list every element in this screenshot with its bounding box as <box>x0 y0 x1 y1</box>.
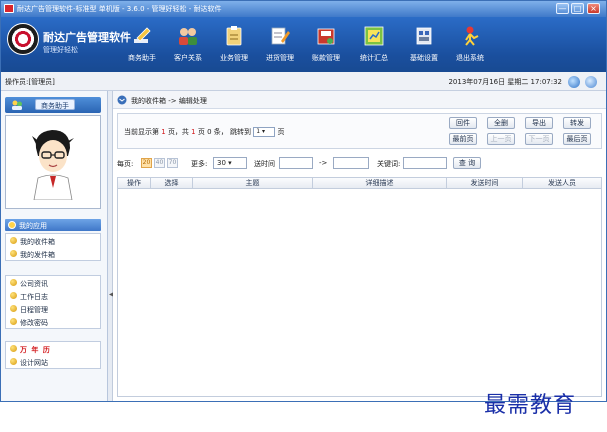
operator-label: 操作员:[管理员] <box>5 78 55 86</box>
pager-info: 当前显示第 1 页，共 1 页 0 条， 跳转到 1 ▾ 页 <box>124 127 285 137</box>
sidebar-item-company-news[interactable]: 公司资讯 <box>6 276 100 289</box>
keyword-label: 关键词: <box>377 160 401 168</box>
column-description[interactable]: 详细描述 <box>313 178 447 188</box>
next-page-button[interactable]: 下一页 <box>525 133 553 145</box>
sidebar-item-design-site[interactable]: 设计网站 <box>6 355 100 368</box>
title-bar: 耐达广告管理软件-标准型 单机版 - 3.6.0 - 管理好轻松 - 耐达软件 … <box>1 1 606 17</box>
sidebar-item-inbox[interactable]: 我的收件箱 <box>6 234 100 247</box>
ledger-icon <box>317 28 335 45</box>
app-window: 耐达广告管理软件-标准型 单机版 - 3.6.0 - 管理好轻松 - 耐达软件 … <box>0 0 607 402</box>
breadcrumb: 我的收件箱 -> 编辑处理 <box>131 97 207 105</box>
coin-icon <box>10 250 17 257</box>
coin-icon <box>10 305 17 312</box>
sidebar-item-change-password[interactable]: 修改密码 <box>6 315 100 328</box>
toolbar-exit-system[interactable]: 退出系统 <box>447 23 493 69</box>
pager-panel: 当前显示第 1 页，共 1 页 0 条， 跳转到 1 ▾ 页 回件 全删 导出 … <box>117 113 602 149</box>
toolbar-business-assistant[interactable]: 商务助手 <box>119 23 165 69</box>
app-icon <box>4 4 14 13</box>
sidebar-item-outbox[interactable]: 我的发件箱 <box>6 247 100 260</box>
sidebar-item-work-log[interactable]: 工作日志 <box>6 289 100 302</box>
coin-icon <box>10 292 17 299</box>
table-header: 操作 选择 主题 详细描述 发送时间 发送人员 <box>117 177 602 189</box>
column-subject[interactable]: 主题 <box>193 178 313 188</box>
apps-icon <box>8 221 16 229</box>
per-page-label: 每页: <box>117 160 134 168</box>
clipboard-icon <box>226 26 242 46</box>
coin-icon <box>10 237 17 244</box>
jump-page-select[interactable]: 1 ▾ <box>253 127 276 137</box>
toolbar-customer-relations[interactable]: 客户关系 <box>165 23 211 69</box>
prev-page-button[interactable]: 上一页 <box>487 133 515 145</box>
more-label: 更多: <box>191 160 208 168</box>
avatar <box>32 130 74 200</box>
toolbar-accounts-management[interactable]: 账款管理 <box>303 23 349 69</box>
coin-icon <box>10 318 17 325</box>
coin-icon <box>10 358 17 365</box>
brand-name: 耐达广告管理软件 <box>43 31 131 44</box>
more-select[interactable]: 30 ▾ <box>213 157 247 169</box>
sidebar: 商务助手 我的应用 我的收件箱 我的发件箱 公司资讯 工作日志 日程管理 修改密… <box>1 91 108 401</box>
total-pages: 1 <box>191 128 196 136</box>
table-body <box>117 189 602 397</box>
send-time-label: 送时间 <box>254 160 275 168</box>
avatar-panel <box>5 115 101 209</box>
toolbar-basic-settings[interactable]: 基础设置 <box>401 23 447 69</box>
menu-group-mail: 我的收件箱 我的发件箱 <box>5 233 101 261</box>
edit-icon <box>271 27 290 45</box>
forward-button[interactable]: 转发 <box>563 117 591 129</box>
delete-all-button[interactable]: 全删 <box>487 117 515 129</box>
page-size-20[interactable]: 20 <box>141 158 152 168</box>
last-page-button[interactable]: 最后页 <box>563 133 591 145</box>
people-icon <box>12 100 22 110</box>
chart-icon <box>364 26 384 46</box>
sidebar-header-label[interactable]: 商务助手 <box>35 99 75 110</box>
page-size-40[interactable]: 40 <box>154 158 165 168</box>
toolbar-purchase-management[interactable]: 进货管理 <box>257 23 303 69</box>
close-button[interactable]: × <box>587 3 600 14</box>
users-icon <box>179 28 197 45</box>
window-title: 耐达广告管理软件-标准型 单机版 - 3.6.0 - 管理好轻松 - 耐达软件 <box>17 5 222 13</box>
page-size-70[interactable]: 70 <box>167 158 178 168</box>
exit-icon <box>465 26 479 46</box>
current-page: 1 <box>161 128 166 136</box>
date-time: 2013年07月16日 星期二 17:07:32 <box>448 78 562 86</box>
search-button[interactable]: 查 询 <box>453 157 481 169</box>
export-button[interactable]: 导出 <box>525 117 553 129</box>
mail-icon <box>117 95 127 105</box>
reply-button[interactable]: 回件 <box>449 117 477 129</box>
refresh-icon[interactable] <box>568 76 580 88</box>
column-action[interactable]: 操作 <box>118 178 151 188</box>
coin-icon <box>10 279 17 286</box>
help-icon[interactable] <box>585 76 597 88</box>
filter-bar: 每页: 20 40 70 更多: 30 ▾ 送时间 -> 关键词: 查 询 <box>117 155 602 171</box>
sidebar-item-schedule[interactable]: 日程管理 <box>6 302 100 315</box>
main-content: 我的收件箱 -> 编辑处理 当前显示第 1 页，共 1 页 0 条， 跳转到 1… <box>113 91 606 401</box>
column-sender[interactable]: 发送人员 <box>523 178 601 188</box>
coin-icon <box>10 345 17 352</box>
column-select[interactable]: 选择 <box>151 178 193 188</box>
menu-group-tools: 万 年 历 设计网站 <box>5 341 101 369</box>
sidebar-header: 商务助手 <box>5 97 101 113</box>
minimize-button[interactable]: — <box>556 3 569 14</box>
range-arrow: -> <box>319 159 328 167</box>
start-time-input[interactable] <box>279 157 313 169</box>
toolbar-statistics-summary[interactable]: 统计汇总 <box>351 23 397 69</box>
end-time-input[interactable] <box>333 157 369 169</box>
brand-tagline: 管理好轻松 <box>43 46 78 54</box>
target-logo-icon <box>7 23 39 55</box>
menu-group-office: 公司资讯 工作日志 日程管理 修改密码 <box>5 275 101 329</box>
sidebar-item-calendar[interactable]: 万 年 历 <box>6 342 100 355</box>
breadcrumb-bar: 我的收件箱 -> 编辑处理 <box>113 91 606 109</box>
settings-icon <box>416 27 432 45</box>
maximize-button[interactable]: □ <box>571 3 584 14</box>
watermark: 最需教育 <box>484 393 577 418</box>
main-toolbar: 耐达广告管理软件 管理好轻松 商务助手 客户关系 业务管理 进货管理 账款管理 … <box>1 17 606 72</box>
column-send-time[interactable]: 发送时间 <box>447 178 523 188</box>
toolbar-business-management[interactable]: 业务管理 <box>211 23 257 69</box>
first-page-button[interactable]: 最前页 <box>449 133 477 145</box>
status-strip: 操作员:[管理员] 2013年07月16日 星期二 17:07:32 <box>1 72 606 91</box>
keyword-input[interactable] <box>403 157 447 169</box>
my-apps-section[interactable]: 我的应用 <box>5 219 101 231</box>
pen-icon <box>134 27 151 43</box>
